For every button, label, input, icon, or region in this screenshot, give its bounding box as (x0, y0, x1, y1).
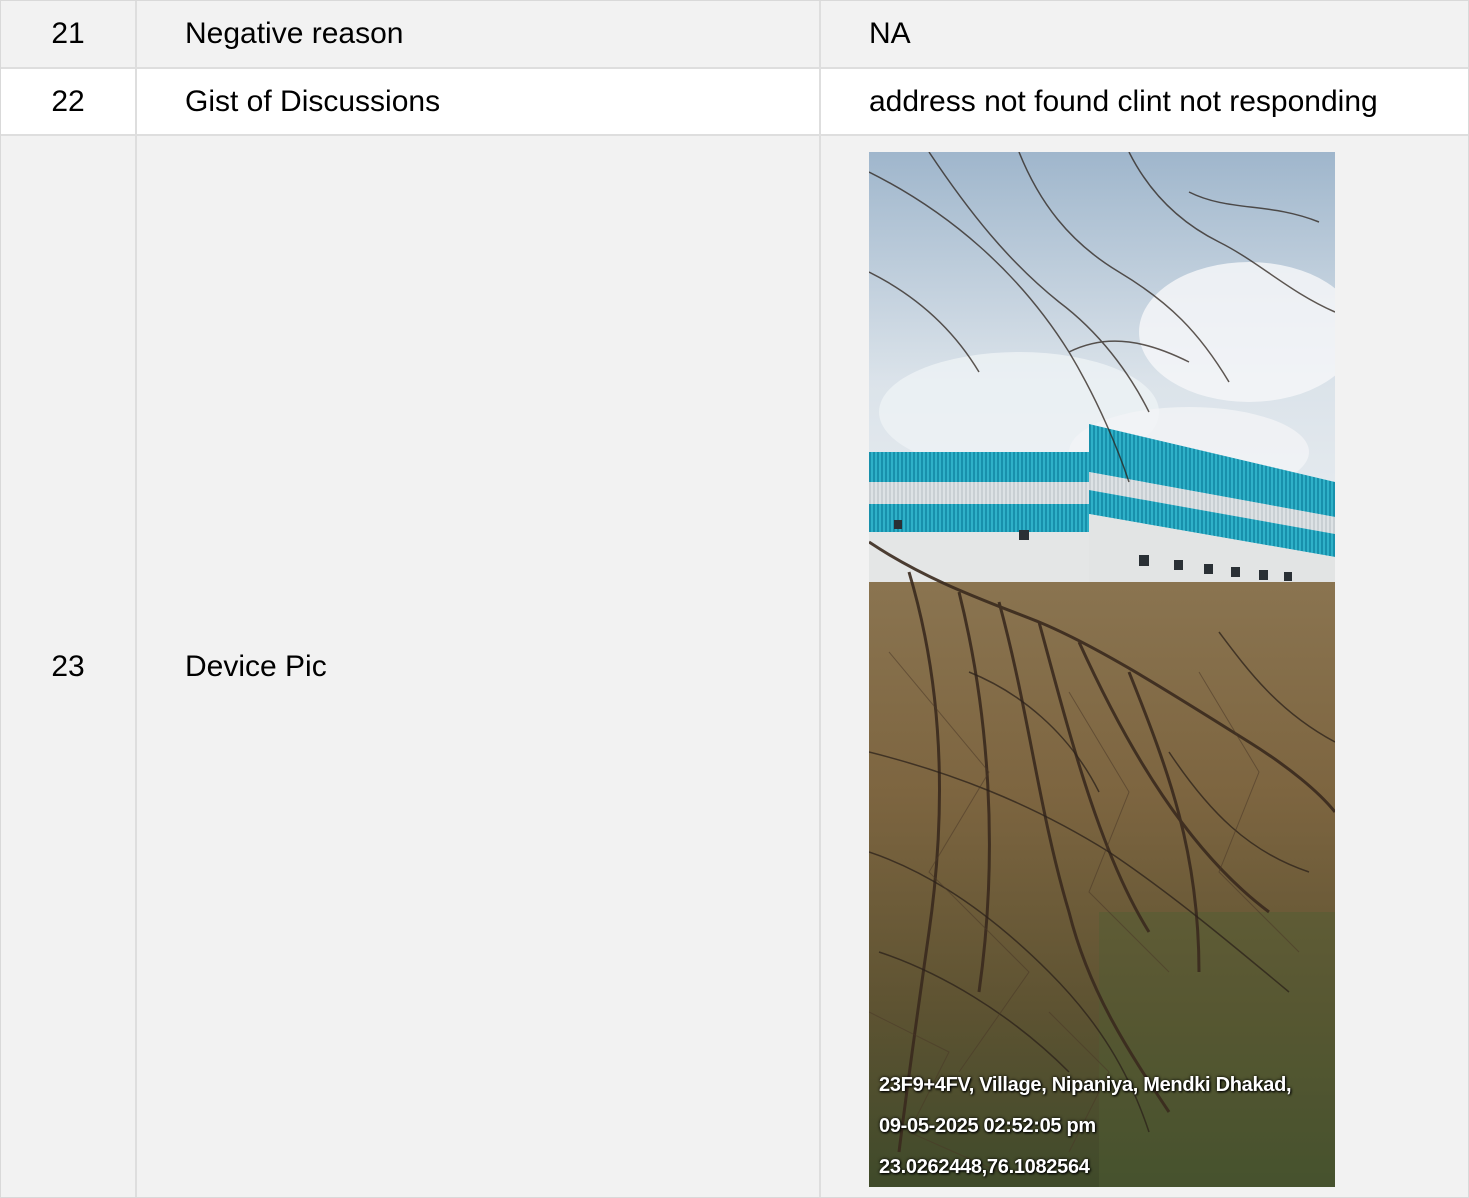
field-label-device-pic: Device Pic (137, 136, 821, 1197)
table-row: 22 Gist of Discussions address not found… (1, 69, 1468, 136)
device-photo[interactable]: 23F9+4FV, Village, Nipaniya, Mendki Dhak… (869, 152, 1335, 1187)
photo-overlay-datetime: 09-05-2025 02:52:05 pm (879, 1115, 1096, 1137)
photo-overlay-address: 23F9+4FV, Village, Nipaniya, Mendki Dhak… (879, 1074, 1292, 1096)
details-table: 21 Negative reason NA 22 Gist of Discuss… (0, 0, 1469, 1198)
field-label-gist-of-discussions: Gist of Discussions (137, 69, 821, 134)
row-number: 22 (1, 69, 137, 134)
row-number: 21 (1, 1, 137, 67)
field-value-device-pic: 23F9+4FV, Village, Nipaniya, Mendki Dhak… (821, 136, 1468, 1197)
device-photo-scene (869, 152, 1335, 1187)
photo-overlay-coordinates: 23.0262448,76.1082564 (879, 1156, 1090, 1178)
table-row: 23 Device Pic 23F9+4FV, Village, Nipaniy… (1, 136, 1468, 1197)
field-label-negative-reason: Negative reason (137, 1, 821, 67)
field-value-negative-reason: NA (869, 17, 911, 50)
field-value-gist-of-discussions: address not found clint not responding (869, 84, 1378, 118)
table-row: 21 Negative reason NA (1, 1, 1468, 69)
row-number: 23 (1, 136, 137, 1197)
